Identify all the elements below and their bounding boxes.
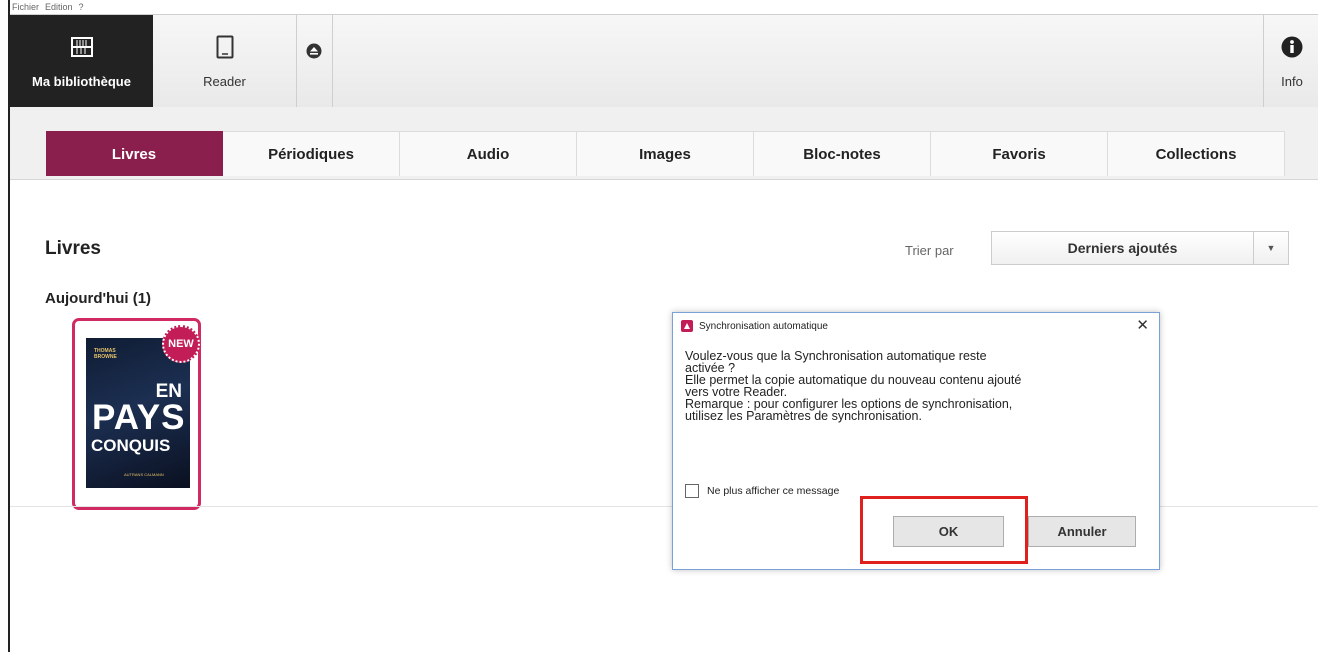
ok-button[interactable]: OK xyxy=(893,516,1004,547)
tab-bloc-notes[interactable]: Bloc-notes xyxy=(754,131,931,176)
tab-audio[interactable]: Audio xyxy=(400,131,577,176)
library-label: Ma bibliothèque xyxy=(32,73,131,89)
book-card[interactable]: THOMAS BROWNE EN PAYS CONQUIS AUTRANS CA… xyxy=(72,318,201,510)
tab-bar: Livres Périodiques Audio Images Bloc-not… xyxy=(10,107,1318,180)
cover-title-line: PAYS xyxy=(92,398,186,437)
toolbar: Ma bibliothèque Reader Info xyxy=(10,14,1318,108)
new-badge: NEW xyxy=(162,325,200,363)
tab-periodiques[interactable]: Périodiques xyxy=(223,131,400,176)
checkbox[interactable] xyxy=(685,484,699,498)
checkbox-label: Ne plus afficher ce message xyxy=(707,485,840,497)
sync-dialog: Synchronisation automatique ✕ Voulez-vou… xyxy=(672,312,1160,570)
cover-publisher: AUTRANS CALMANN xyxy=(124,472,164,477)
eject-button[interactable] xyxy=(296,15,333,107)
app-icon xyxy=(681,320,693,332)
info-label: Info xyxy=(1281,73,1303,89)
dialog-titlebar: Synchronisation automatique xyxy=(681,320,828,332)
sort-dropdown[interactable]: Derniers ajoutés ▼ xyxy=(991,231,1289,265)
tab-images[interactable]: Images xyxy=(577,131,754,176)
reader-button[interactable]: Reader xyxy=(153,15,297,107)
tab-livres[interactable]: Livres xyxy=(46,131,223,176)
menu-edition[interactable]: Edition xyxy=(45,2,73,12)
cover-title-line: CONQUIS xyxy=(91,436,171,455)
eject-icon xyxy=(306,43,322,59)
message-line: utilisez les Paramètres de synchronisati… xyxy=(685,409,922,423)
library-button[interactable]: Ma bibliothèque xyxy=(10,15,153,107)
tab-collections[interactable]: Collections xyxy=(1108,131,1285,176)
menu-bar: Fichier Edition ? xyxy=(10,0,1318,14)
tab-favoris[interactable]: Favoris xyxy=(931,131,1108,176)
info-icon xyxy=(1279,34,1305,60)
chevron-down-icon[interactable]: ▼ xyxy=(1253,232,1288,264)
section-heading: Aujourd'hui (1) xyxy=(45,290,152,307)
bookshelf-icon xyxy=(69,34,95,60)
cover-author: THOMAS BROWNE xyxy=(94,348,117,360)
menu-help[interactable]: ? xyxy=(79,2,84,12)
info-button[interactable]: Info xyxy=(1263,15,1318,107)
dialog-title: Synchronisation automatique xyxy=(699,320,828,332)
sort-label: Trier par xyxy=(905,243,954,258)
app-window: Fichier Edition ? Ma bibliothèque Reader… xyxy=(8,0,1318,652)
menu-fichier[interactable]: Fichier xyxy=(12,2,39,12)
sort-value: Derniers ajoutés xyxy=(1067,240,1178,256)
cancel-button[interactable]: Annuler xyxy=(1028,516,1136,547)
dont-show-checkbox[interactable]: Ne plus afficher ce message xyxy=(685,484,839,498)
reader-label: Reader xyxy=(203,73,246,89)
message-line: Voulez-vous que la Synchronisation autom… xyxy=(685,349,987,363)
tablet-icon xyxy=(212,34,238,60)
page-title: Livres xyxy=(45,238,101,259)
dialog-message: Voulez-vous que la Synchronisation autom… xyxy=(685,349,1140,423)
close-icon[interactable]: ✕ xyxy=(1136,316,1149,334)
